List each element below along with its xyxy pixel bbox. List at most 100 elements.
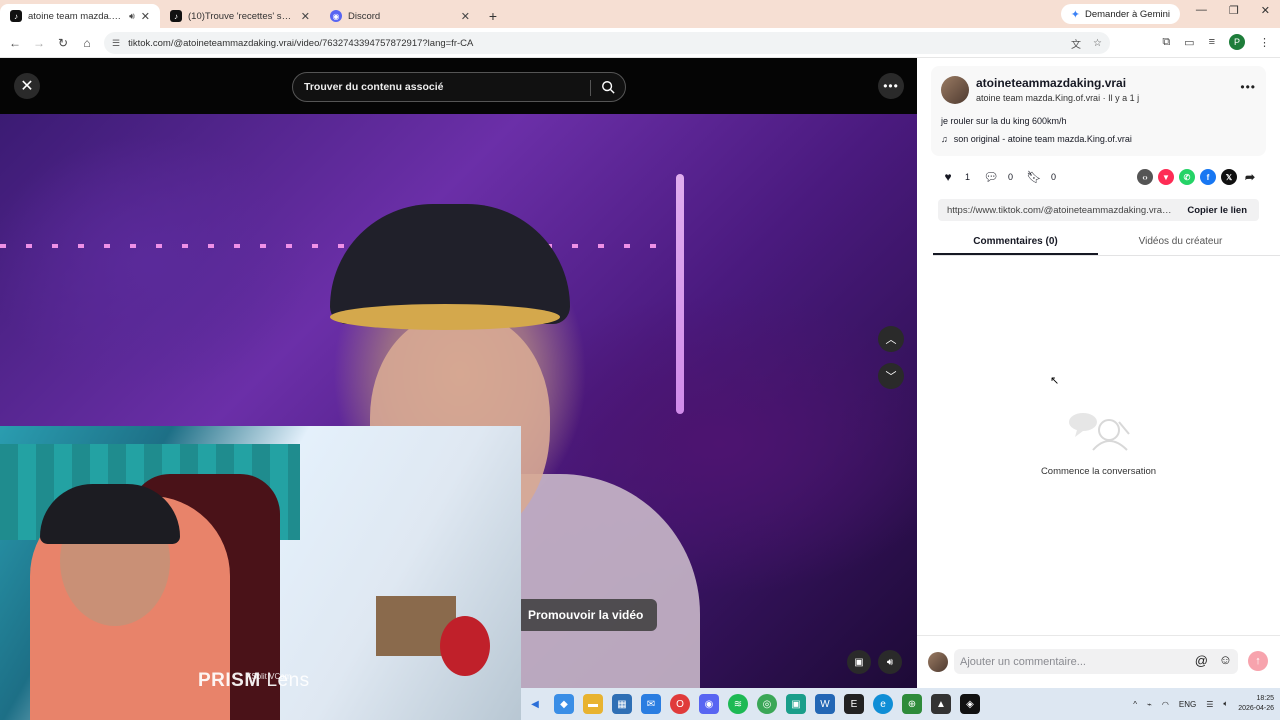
close-window-icon[interactable]: ✕ xyxy=(1261,4,1270,17)
forward-icon[interactable]: → xyxy=(27,36,51,50)
taskbar-app-icon[interactable]: ▲ xyxy=(931,694,951,714)
more-options-button[interactable]: ••• xyxy=(878,73,904,99)
search-icon[interactable] xyxy=(601,80,615,94)
whatsapp-icon[interactable]: ✆ xyxy=(1179,169,1195,185)
file-explorer-icon[interactable]: ▬ xyxy=(583,694,603,714)
post-more-icon[interactable]: ••• xyxy=(1240,80,1256,94)
tray-chevron-icon[interactable]: ^ xyxy=(1133,700,1137,709)
tab-title: (10)Trouve 'recettes' sur TikTok xyxy=(188,10,295,22)
post-details-panel: atoineteammazdaking.vrai atoine team maz… xyxy=(917,58,1280,688)
reload-icon[interactable]: ↻ xyxy=(51,36,75,50)
creator-username[interactable]: atoineteammazdaking.vrai xyxy=(976,76,1126,90)
previous-video-button[interactable]: ︿ xyxy=(878,326,904,352)
minimize-icon[interactable]: — xyxy=(1196,4,1207,17)
comment-placeholder: Ajouter un commentaire... xyxy=(960,655,1086,668)
prism-lens-watermark: PRISM Lens xyxy=(198,670,310,692)
prism-product: Lens xyxy=(266,670,310,691)
back-icon[interactable]: ← xyxy=(3,36,27,50)
close-tab-icon[interactable]: ✕ xyxy=(301,10,310,23)
post-link-box: https://www.tiktok.com/@atoineteammazdak… xyxy=(938,199,1259,221)
spotify-icon[interactable]: ≋ xyxy=(728,694,748,714)
webcam-overlay: XSplit VCam PRISM Lens xyxy=(0,426,521,720)
browser-tab-tiktok-search[interactable]: ♪ (10)Trouve 'recettes' sur TikTok ✕ xyxy=(160,4,320,28)
send-to-friends-icon[interactable]: ▼ xyxy=(1158,169,1174,185)
browser-tab-tiktok-video[interactable]: ♪ atoine team mazda.King.of 🔊︎ ✕ xyxy=(0,4,160,28)
xbox-icon[interactable]: ⊕ xyxy=(902,694,922,714)
mouse-cursor-icon: ↖ xyxy=(1050,375,1060,387)
comment-input[interactable]: Ajouter un commentaire... @ ☺ xyxy=(954,649,1238,674)
floating-player-button[interactable]: ▣ xyxy=(847,650,871,674)
related-search-input[interactable]: Trouver du contenu associé xyxy=(292,72,626,102)
close-video-button[interactable]: ✕ xyxy=(14,73,40,99)
next-video-button[interactable]: ﹀ xyxy=(878,363,904,389)
share-arrow-icon[interactable]: ➦ xyxy=(1242,169,1258,185)
x-icon[interactable]: 𝕏 xyxy=(1221,169,1237,185)
windows-taskbar: ◀ ◆ ▬ ▦ ✉ O ◉ ≋ ◎ ▣ W E e ⊕ ▲ ◈ ^ ⌁ ◠ EN… xyxy=(521,688,1280,720)
new-tab-button[interactable]: + xyxy=(480,4,506,28)
send-comment-button[interactable]: ↑ xyxy=(1248,651,1268,671)
network-icon[interactable]: ⌁ xyxy=(1147,700,1152,709)
mail-icon[interactable]: ✉ xyxy=(641,694,661,714)
bookmark-star-icon[interactable]: ☆ xyxy=(1093,38,1102,49)
close-tab-icon[interactable]: ✕ xyxy=(461,10,470,23)
opera-icon[interactable]: O xyxy=(670,694,690,714)
profile-avatar[interactable]: P xyxy=(1229,34,1245,50)
edge-icon[interactable]: e xyxy=(873,694,893,714)
translate-icon[interactable]: 文 xyxy=(1071,36,1081,51)
search-placeholder: Trouver du contenu associé xyxy=(304,81,444,93)
comment-button[interactable]: 💬︎ 0 xyxy=(983,170,1013,184)
discord-icon[interactable]: ◉ xyxy=(699,694,719,714)
mention-icon[interactable]: @ xyxy=(1195,653,1208,668)
bookmark-icon: 🔖︎ xyxy=(1026,170,1042,184)
browser-toolbar: ← → ↻ ⌂ ☰ tiktok.com/@atoineteammazdakin… xyxy=(0,28,1280,58)
browser-tab-discord[interactable]: ◉ Discord ✕ xyxy=(320,4,480,28)
browser-tab-bar: ♪ atoine team mazda.King.of 🔊︎ ✕ ♪ (10)T… xyxy=(0,0,1280,28)
discord-icon: ◉ xyxy=(330,10,342,22)
reading-list-icon[interactable]: ≡ xyxy=(1209,36,1215,48)
extensions-icon[interactable]: ⧉ xyxy=(1162,36,1170,49)
embed-icon[interactable]: ‹› xyxy=(1137,169,1153,185)
tab-creator-videos[interactable]: Vidéos du créateur xyxy=(1098,230,1263,255)
wifi-status-icon[interactable]: ☰ xyxy=(1206,700,1213,709)
post-description: je rouler sur la du king 600km/h xyxy=(941,116,1067,126)
volume-tray-icon[interactable]: 🔈︎ xyxy=(1223,699,1228,709)
ask-gemini-button[interactable]: ✦ Demander à Gemini xyxy=(1060,4,1180,24)
save-button[interactable]: 🔖︎ 0 xyxy=(1026,170,1056,184)
post-music[interactable]: ♫ son original - atoine team mazda.King.… xyxy=(941,134,1132,144)
close-tab-icon[interactable]: ✕ xyxy=(141,10,150,23)
tiktok-icon: ♪ xyxy=(10,10,22,22)
taskbar-app-icon[interactable]: ▣ xyxy=(786,694,806,714)
speaker-icon[interactable]: 🔊︎ xyxy=(129,11,135,22)
taskbar-app-icon[interactable]: ◈ xyxy=(960,694,980,714)
share-buttons: ‹› ▼ ✆ f 𝕏 ➦ xyxy=(1137,169,1258,185)
taskbar-apps: ◀ ◆ ▬ ▦ ✉ O ◉ ≋ ◎ ▣ W E e ⊕ ▲ ◈ xyxy=(521,694,980,714)
store-icon[interactable]: ▦ xyxy=(612,694,632,714)
promote-video-button[interactable]: Promouvoir la vidéo xyxy=(516,599,658,631)
led-strip xyxy=(0,244,660,248)
wifi-icon[interactable]: ◠ xyxy=(1162,700,1169,709)
menu-kebab-icon[interactable]: ⋮ xyxy=(1259,36,1270,49)
maximize-icon[interactable]: ❐ xyxy=(1229,4,1239,17)
prism-brand: PRISM xyxy=(198,670,261,691)
tab-comments[interactable]: Commentaires (0) xyxy=(933,230,1098,255)
volume-button[interactable]: 🔊︎ xyxy=(878,650,902,674)
split-view-icon[interactable]: ▭ xyxy=(1184,36,1194,49)
taskbar-clock[interactable]: 18:25 2026-04-26 xyxy=(1238,694,1274,714)
led-strip-vertical xyxy=(676,174,684,414)
heart-icon: ♥ xyxy=(944,170,952,184)
address-bar[interactable]: ☰ tiktok.com/@atoineteammazdaking.vrai/v… xyxy=(104,32,1110,54)
chrome-icon[interactable]: ◎ xyxy=(757,694,777,714)
taskbar-app-icon[interactable]: ◆ xyxy=(554,694,574,714)
post-link-url[interactable]: https://www.tiktok.com/@atoineteammazdak… xyxy=(947,205,1172,216)
emoji-icon[interactable]: ☺ xyxy=(1219,652,1232,667)
facebook-icon[interactable]: f xyxy=(1200,169,1216,185)
taskbar-app-icon[interactable]: W xyxy=(815,694,835,714)
creator-avatar[interactable] xyxy=(941,76,969,104)
copy-link-button[interactable]: Copier le lien xyxy=(1187,205,1247,216)
site-info-icon[interactable]: ☰ xyxy=(112,38,120,49)
taskbar-chevron-icon[interactable]: ◀ xyxy=(525,694,545,714)
epic-games-icon[interactable]: E xyxy=(844,694,864,714)
language-indicator[interactable]: ENG xyxy=(1179,700,1196,709)
home-icon[interactable]: ⌂ xyxy=(75,36,99,50)
like-button[interactable]: ♥ 1 xyxy=(941,170,970,184)
